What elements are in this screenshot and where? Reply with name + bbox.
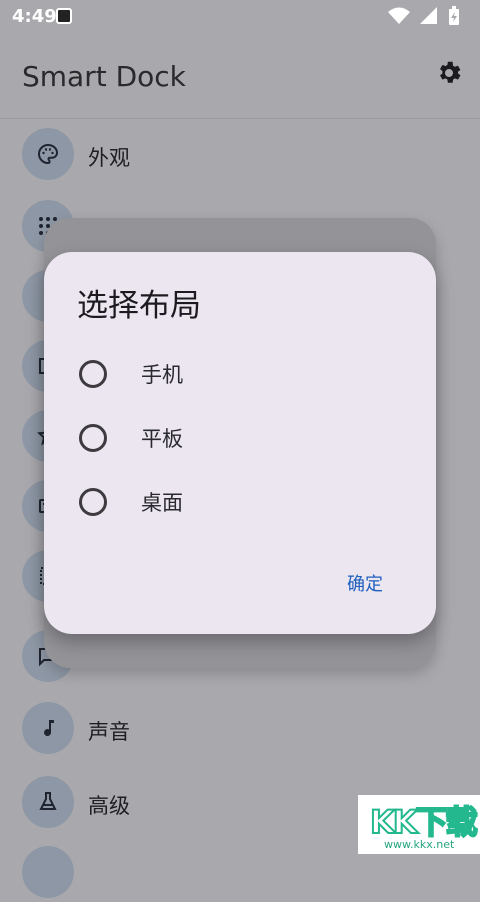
music-note-icon [22, 702, 74, 754]
watermark: KK下载 www.kkx.net [358, 795, 480, 854]
settings-item-appearance[interactable]: 外观 [0, 124, 480, 184]
battery-icon [449, 6, 459, 25]
option-label: 桌面 [141, 491, 183, 515]
option-label: 手机 [141, 363, 183, 387]
radio-button[interactable] [79, 424, 107, 452]
dialog-title: 选择布局 [77, 288, 201, 324]
notification-app-icon [56, 8, 72, 24]
confirm-button[interactable]: 确定 [330, 567, 400, 599]
layout-option-phone[interactable]: 手机 [76, 351, 406, 395]
status-bar: 4:49 [0, 0, 480, 34]
wifi-icon [388, 7, 410, 24]
layout-option-desktop[interactable]: 桌面 [76, 479, 406, 523]
settings-item-label: 外观 [88, 146, 130, 170]
gear-icon[interactable] [434, 58, 464, 88]
app-bar: Smart Dock [0, 34, 480, 119]
layout-option-tablet[interactable]: 平板 [76, 415, 406, 459]
radio-button[interactable] [79, 360, 107, 388]
status-time: 4:49 [12, 6, 57, 27]
radio-button[interactable] [79, 488, 107, 516]
option-label: 平板 [141, 427, 183, 451]
palette-icon [22, 128, 74, 180]
flask-icon [22, 776, 74, 828]
app-title: Smart Dock [22, 60, 186, 93]
status-indicators [388, 6, 460, 26]
settings-item-label: 高级 [88, 794, 130, 818]
settings-item-sound[interactable]: 声音 [0, 698, 480, 758]
watermark-logo: KK下载 [369, 802, 479, 842]
layout-selection-dialog: 选择布局 手机 平板 桌面 确定 [44, 252, 436, 634]
signal-icon [420, 7, 437, 24]
settings-item-label: 声音 [88, 720, 130, 744]
smart-dock-settings-screen: 4:49 Smart Dock 外观 声音 高级 选择布局 手机 平板 桌面 确… [0, 0, 480, 898]
watermark-url: www.kkx.net [384, 838, 455, 851]
